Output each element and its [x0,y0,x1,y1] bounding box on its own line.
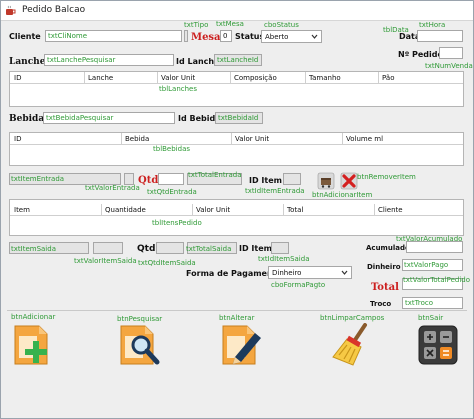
qtd-saida-label: Qtd [137,244,156,254]
bebidas-col-bebida[interactable]: Bebida [125,135,149,143]
cliente-label: Cliente [9,32,41,41]
txtTotalSaida-tag: txtTotalSaida [186,245,232,253]
troco-label: Troco [370,300,392,308]
pedido-balcao-window: Pedido Balcao txtTipo txtMesa cboStatus … [0,0,474,419]
num-pedido-label: Nº Pedido [398,50,443,59]
txtIdItemSaida-tag: txtIdItemSaida [258,255,310,263]
btnAdicionarItem-tag: btnAdicionarItem [312,191,373,199]
num-venda-input[interactable] [439,47,463,59]
txtValorEntrada-tag: txtValorEntrada [85,184,140,192]
document-plus-icon[interactable] [11,323,55,367]
lanches-col-valor-unit[interactable]: Valor Unit [161,74,195,82]
tblItensPedido-tag: tblItensPedido [152,219,202,227]
lanches-col-composicao[interactable]: Composição [234,74,277,82]
title-bar: Pedido Balcao [1,1,473,21]
tipo-input[interactable] [184,30,188,42]
itens-pedido-table[interactable]: Item Quantidade Valor Unit Total Cliente [9,199,464,236]
btnLimparCampos-tag: btnLimparCampos [320,314,385,322]
hora-input[interactable] [417,30,463,42]
id-lanche-label: Id Lanche [176,57,220,66]
document-magnifier-icon[interactable] [117,323,161,367]
txtLanchePesquisar-tag: txtLanchePesquisar [47,56,116,64]
bebidas-col-volume[interactable]: Volume ml [346,135,383,143]
document-pencil-icon[interactable] [219,323,263,367]
acumulado-label: Acumulado [366,244,410,252]
qtd-item-saida-input[interactable] [156,242,184,254]
txtItemEntrada-tag: txtItemEntrada [11,175,65,183]
txtValorItemSaida-tag: txtValorItemSaida [74,257,137,265]
btnAlterar-tag: btnAlterar [219,314,255,322]
window-title: Pedido Balcao [22,5,86,15]
btnSair-tag: btnSair [418,314,444,322]
cboStatus-tag: cboStatus [264,21,299,29]
chevron-down-icon [341,270,348,275]
valor-item-saida-input[interactable] [93,242,123,254]
txtQtdItemSaida-tag: txtQtdItemSaida [138,259,196,267]
qtd-entrada-input[interactable] [158,173,184,185]
txtIdItemEntrada-tag: txtIdItemEntrada [245,187,305,195]
itens-col-quantidade[interactable]: Quantidade [105,206,146,214]
bebidas-table[interactable]: ID Bebida Valor Unit Volume ml [9,132,464,166]
mesa-label: Mesa [191,32,221,43]
forma-pagto-combo[interactable]: Dinheiro [268,266,352,279]
tblLanches-tag: tblLanches [159,85,197,93]
txtMesa-tag: txtMesa [216,20,244,28]
btnPesquisar-tag: btnPesquisar [117,315,163,323]
tblBebidas-tag: tblBebidas [153,145,191,153]
itens-col-item[interactable]: Item [14,206,30,214]
itens-col-valor-unit[interactable]: Valor Unit [196,206,230,214]
txtBebidaPesquisar-tag: txtBebidaPesquisar [46,114,114,122]
status-combo[interactable]: Aberto [261,30,322,43]
id-item-entrada-input[interactable] [283,173,301,185]
txtCliNome-tag: txtCliNome [48,32,88,40]
txtQtdEntrada-tag: txtQtdEntrada [147,188,197,196]
cboFormaPagto-tag: cboFormaPagto [271,281,326,289]
forma-pagto-value: Dinheiro [272,269,302,277]
bebida-label: Bebida [9,114,45,124]
id-item-saida-label: ID Item [239,244,272,253]
bebidas-col-valor-unit[interactable]: Valor Unit [235,135,269,143]
lanches-table-header: ID Lanche Valor Unit Composição Tamanho … [10,72,463,84]
txtValorPago-tag: txtValorPago [404,261,449,269]
lanches-col-id[interactable]: ID [14,74,21,82]
status-value: Aberto [265,33,289,41]
valor-acumulado-input[interactable] [406,241,463,253]
status-label: Status [235,32,265,41]
itens-col-total[interactable]: Total [287,206,303,214]
chevron-down-icon [311,34,318,39]
txtValorTotalPedido-tag: txtValorTotalPedido [403,276,471,284]
lanches-col-lanche[interactable]: Lanche [88,74,113,82]
bebidas-table-header: ID Bebida Valor Unit Volume ml [10,133,463,145]
total-label: Total [371,282,399,293]
btnRemoverItem-tag: btnRemoverItem [357,173,416,181]
bebidas-col-id[interactable]: ID [14,135,21,143]
txtBebidaId-tag: txtBebidaId [218,114,259,122]
dinheiro-label: Dinheiro [367,263,401,271]
coffee-cup-icon [6,5,16,15]
broom-icon[interactable] [329,323,373,367]
mesa-input[interactable]: 0 [220,30,232,42]
id-item-saida-input[interactable] [271,242,289,254]
divider [7,310,467,311]
lanches-col-tamanho[interactable]: Tamanho [309,74,341,82]
txtNumVenda-tag: txtNumVenda [425,62,473,70]
txtHora-tag: txtHora [419,21,446,29]
red-x-icon[interactable] [340,172,358,190]
itens-col-cliente[interactable]: Cliente [378,206,403,214]
lanches-table[interactable]: ID Lanche Valor Unit Composição Tamanho … [9,71,464,107]
btnAdicionar-tag: btnAdicionar [11,313,56,321]
txtTipo-tag: txtTipo [184,21,209,29]
lanches-col-pao[interactable]: Pão [382,74,394,82]
cart-add-icon[interactable] [317,172,335,190]
txtTroco-tag: txtTroco [405,299,434,307]
calculator-icon[interactable] [416,323,460,367]
itens-table-header: Item Quantidade Valor Unit Total Cliente [10,204,463,216]
mesa-value: 0 [223,32,228,40]
txtTotalEntrada-tag: txtTotalEntrada [188,171,242,179]
qtd-label: Qtd [138,175,159,186]
lanche-label: Lanche [9,57,46,67]
txtItemSaida-tag: txtItemSaida [11,245,56,253]
id-item-label: ID Item [249,176,282,185]
txtLancheId-tag: txtLancheId [217,56,259,64]
